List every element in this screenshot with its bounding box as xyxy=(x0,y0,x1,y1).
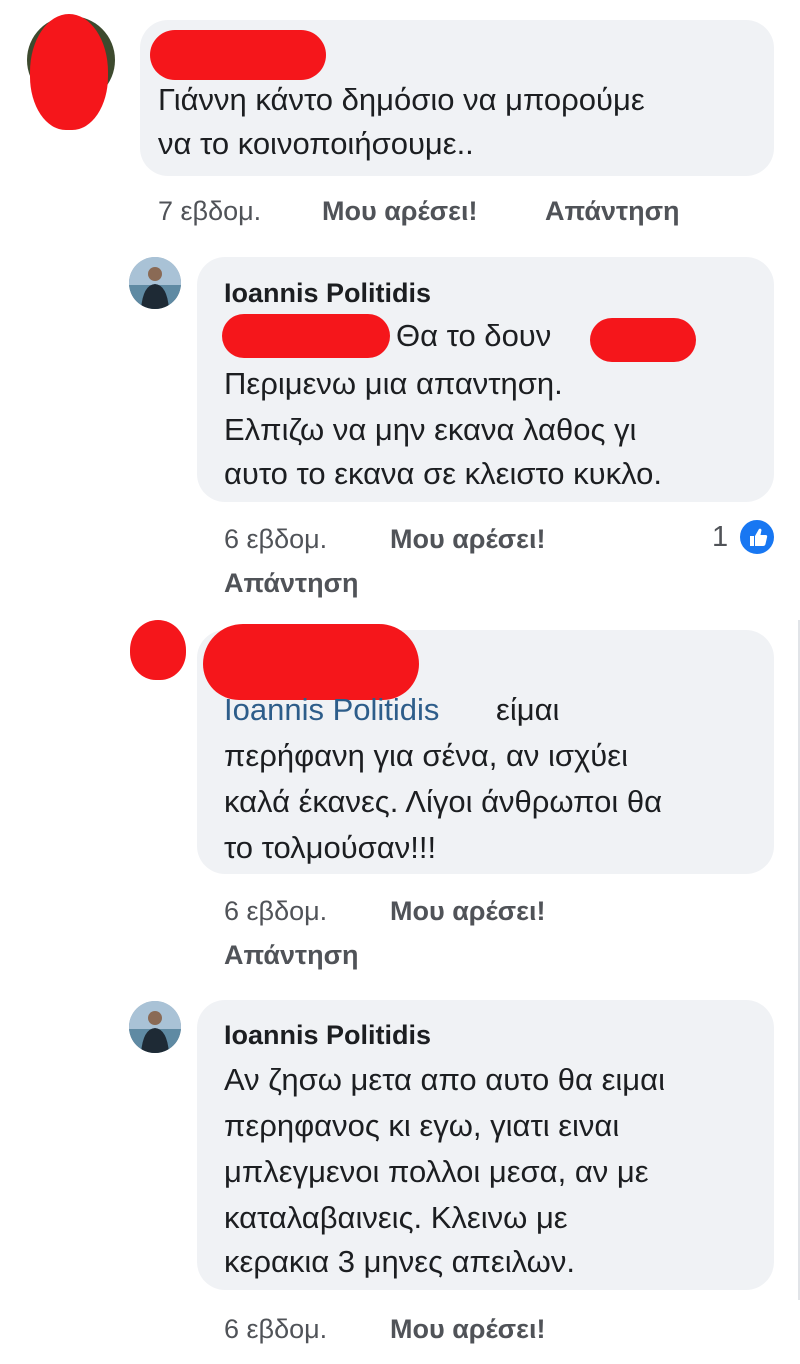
comment-text-line: Περιμενω μια απαντηση. xyxy=(224,366,563,401)
like-label: Μου αρέσει! xyxy=(322,196,478,226)
redaction xyxy=(30,14,108,130)
comment-text-line: Γιάννη κάντο δημόσιο να μπορούμε xyxy=(158,82,645,117)
comment-text-line: καλά έκανες. Λίγοι άνθρωποι θα xyxy=(224,784,662,819)
like-label: Μου αρέσει! xyxy=(390,524,546,554)
reaction-count[interactable]: 1 xyxy=(712,521,728,554)
like-button[interactable]: Μου αρέσει! xyxy=(390,1314,545,1345)
avatar[interactable] xyxy=(129,257,181,309)
comment-time[interactable]: 7 εβδομ. xyxy=(158,196,261,227)
comment-text-line: να το κοινοποιήσουμε.. xyxy=(158,126,474,161)
comment-text-line: μπλεγμενοι πολλοι μεσα, αν με xyxy=(224,1154,649,1189)
redaction xyxy=(590,318,696,362)
reply-label: Απάντηση xyxy=(545,196,680,226)
comment-text-line: Ελπιζω να μην εκανα λαθος γι xyxy=(224,412,637,447)
redaction xyxy=(150,30,326,80)
like-button[interactable]: Μου αρέσει! xyxy=(390,896,545,927)
comment-text-line: καταλαβαινεις. Κλεινω με xyxy=(224,1200,568,1235)
comment-author[interactable]: Ioannis Politidis xyxy=(224,278,431,309)
reply-button[interactable]: Απάντηση xyxy=(224,940,359,971)
comment-text-line: Αν ζησω μετα απο αυτο θα ειμαι xyxy=(224,1062,665,1097)
avatar[interactable] xyxy=(130,620,186,680)
avatar[interactable] xyxy=(129,1001,181,1053)
reply-label: Απάντηση xyxy=(224,568,359,598)
comment-time[interactable]: 6 εβδομ. xyxy=(224,896,327,927)
comment-time[interactable]: 6 εβδομ. xyxy=(224,524,327,555)
comment-text-line: περηφανος κι εγω, γιατι ειναι xyxy=(224,1108,620,1143)
like-label: Μου αρέσει! xyxy=(390,896,546,926)
reply-button[interactable]: Απάντηση xyxy=(545,196,680,227)
redaction xyxy=(222,314,390,358)
like-button[interactable]: Μου αρέσει! xyxy=(390,524,545,555)
comment-text-line: περήφανη για σένα, αν ισχύει xyxy=(224,738,628,773)
person-icon xyxy=(129,1001,181,1053)
comment-time[interactable]: 6 εβδομ. xyxy=(224,1314,327,1345)
comment-text-line: Θα το δουν xyxy=(396,318,552,353)
comment-text-line: το τολμούσαν!!! xyxy=(224,830,437,865)
comment-text-line: είμαι xyxy=(496,692,560,727)
reply-label: Απάντηση xyxy=(224,940,359,970)
mention-link[interactable]: Ioannis Politidis xyxy=(224,692,439,727)
person-icon xyxy=(129,257,181,309)
like-label: Μου αρέσει! xyxy=(390,1314,546,1344)
reply-button[interactable]: Απάντηση xyxy=(224,568,359,599)
thumbs-up-icon[interactable] xyxy=(738,518,776,556)
comment-text-line: αυτο το εκανα σε κλειστο κυκλο. xyxy=(224,456,662,491)
like-button[interactable]: Μου αρέσει! xyxy=(322,196,477,227)
comment-author[interactable]: Ioannis Politidis xyxy=(224,1020,431,1051)
comment-text-line: κερακια 3 μηνες απειλων. xyxy=(224,1244,575,1279)
comment-mention[interactable]: Ioannis Politidis xyxy=(224,688,439,732)
